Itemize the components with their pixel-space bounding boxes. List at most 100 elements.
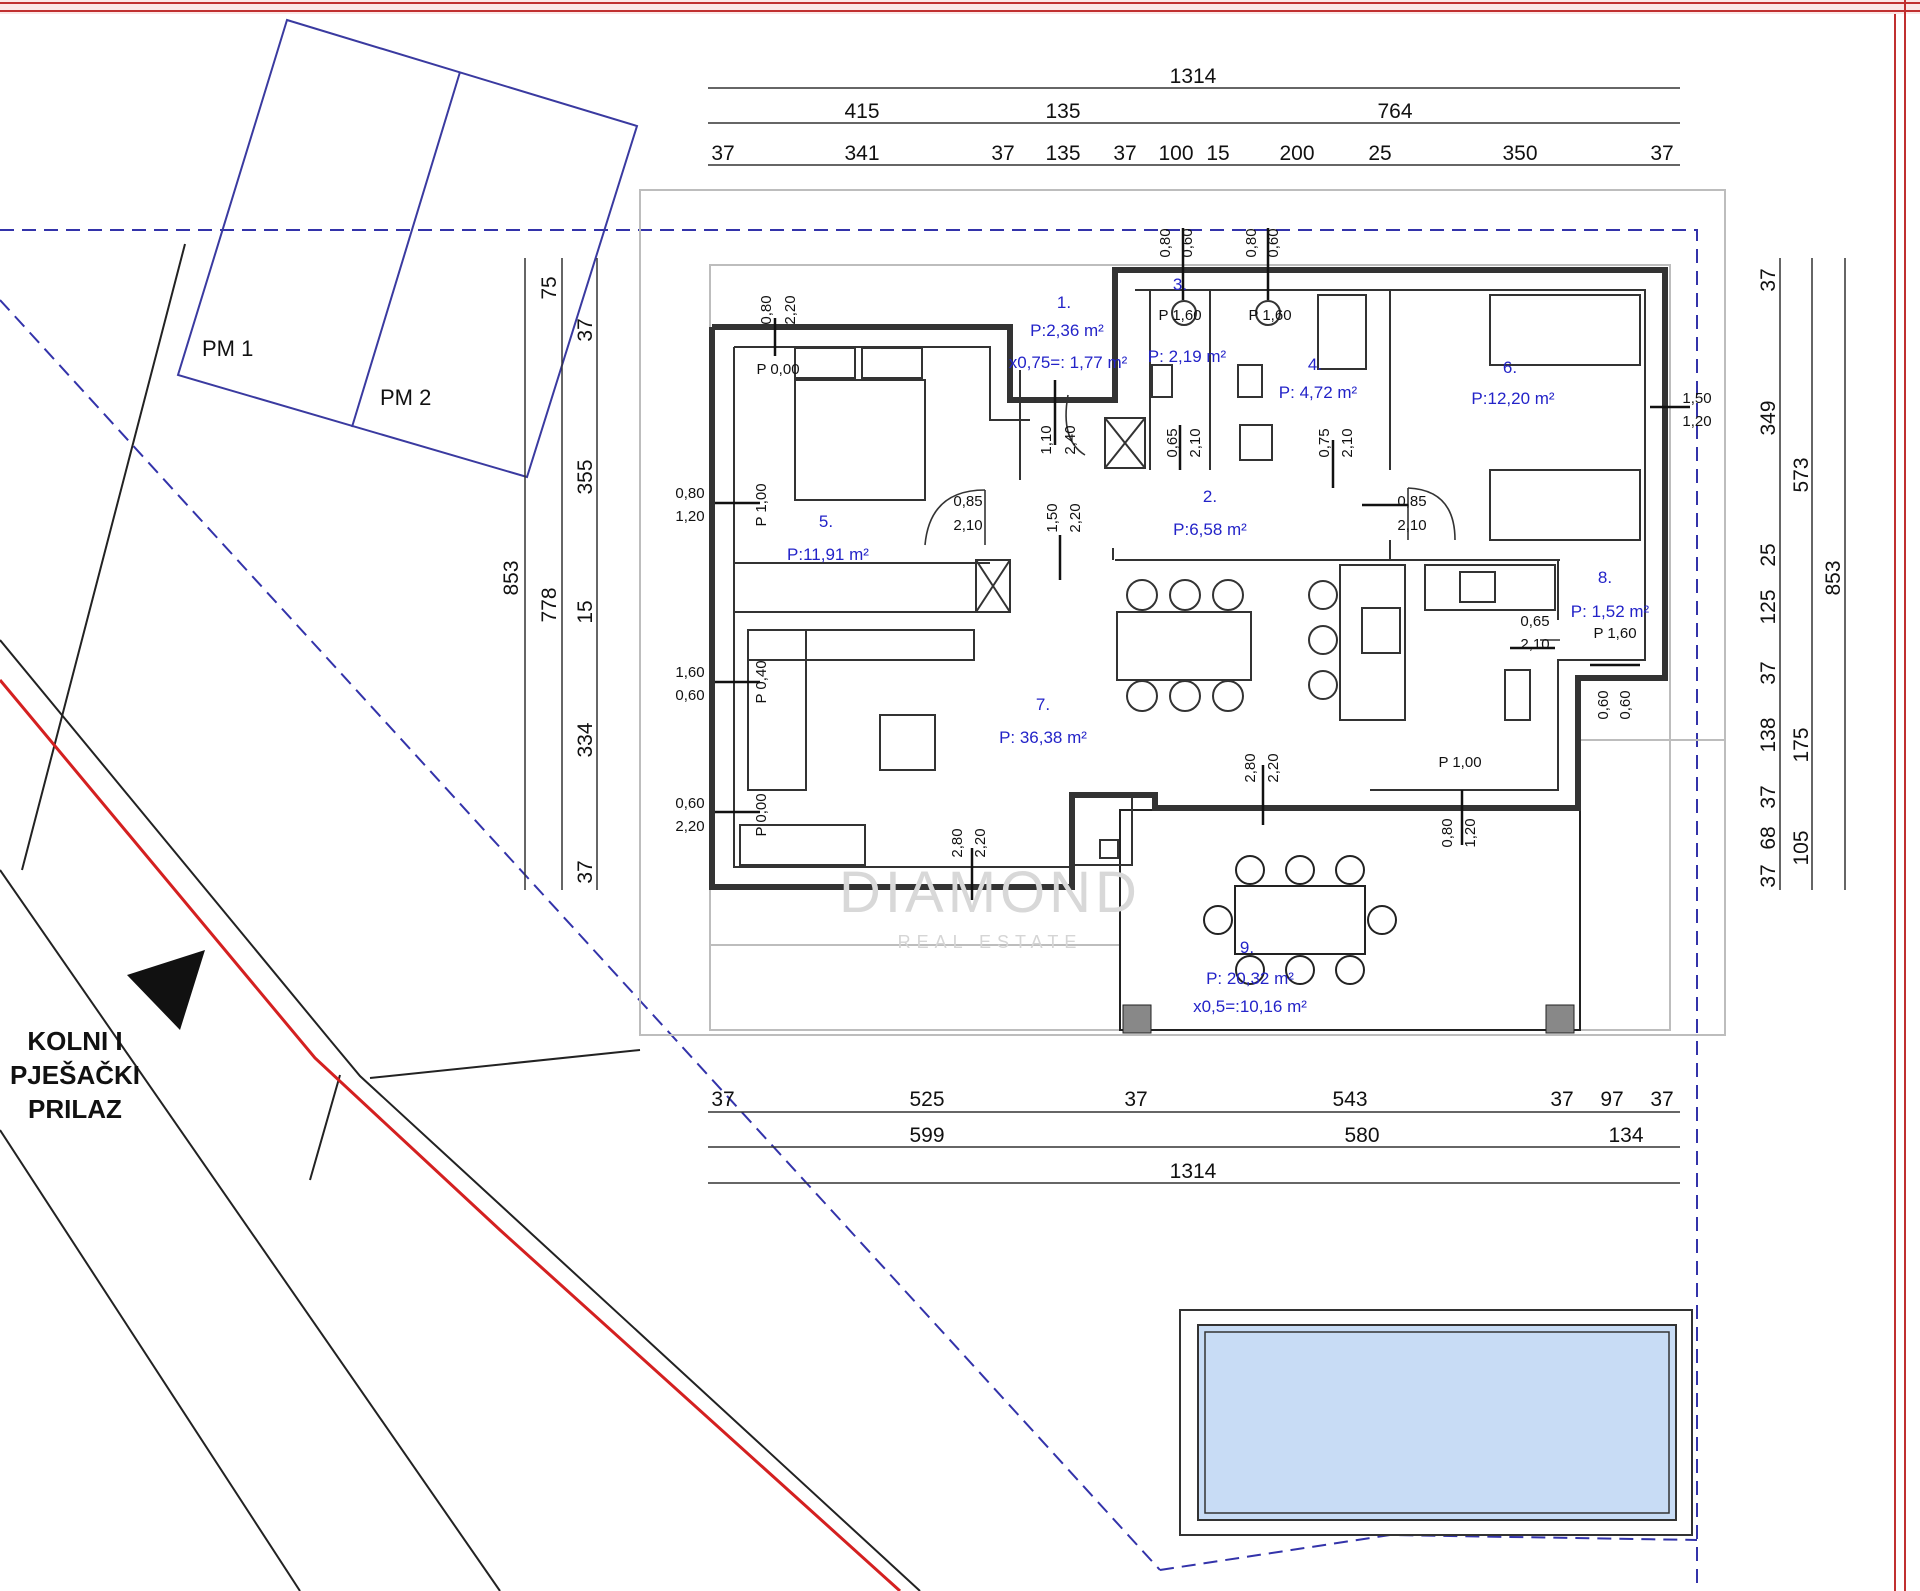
svg-text:175: 175 xyxy=(1790,727,1813,762)
svg-text:25: 25 xyxy=(1368,142,1391,165)
svg-text:778: 778 xyxy=(538,587,561,622)
svg-text:37: 37 xyxy=(991,142,1014,165)
svg-text:P 1,60: P 1,60 xyxy=(1593,625,1636,642)
svg-text:2,40: 2,40 xyxy=(1062,425,1079,454)
watermark: DIAMOND REAL ESTATE xyxy=(839,860,1141,952)
svg-text:15: 15 xyxy=(1206,142,1229,165)
svg-text:37: 37 xyxy=(711,142,734,165)
svg-text:37: 37 xyxy=(1757,785,1780,808)
svg-text:0,80: 0,80 xyxy=(1439,818,1456,847)
pool xyxy=(1179,1309,1693,1536)
svg-text:2,10: 2,10 xyxy=(1187,428,1204,457)
room-9-area: P: 20,32 m² xyxy=(1206,969,1294,988)
bottom-dimensions: 37 525 37 543 37 97 37 599 580 134 1314 xyxy=(711,1088,1673,1183)
svg-text:200: 200 xyxy=(1279,142,1314,165)
room-8-number: 8. xyxy=(1598,568,1612,587)
svg-text:P 1,00: P 1,00 xyxy=(753,483,770,526)
room-1-reduced-area: x0,75=: 1,77 m² xyxy=(1009,353,1128,372)
svg-text:2,10: 2,10 xyxy=(1397,517,1426,534)
svg-text:0,85: 0,85 xyxy=(1397,493,1426,510)
svg-text:37: 37 xyxy=(1113,142,1136,165)
svg-text:350: 350 xyxy=(1502,142,1537,165)
svg-text:125: 125 xyxy=(1757,589,1780,624)
top-dimensions: 1314 415 135 764 37 341 37 135 37 100 15… xyxy=(711,65,1673,165)
right-dimensions: 37 349 25 125 37 138 37 68 37 573 175 10… xyxy=(1757,268,1845,887)
svg-text:0,60: 0,60 xyxy=(1179,228,1196,257)
svg-text:37: 37 xyxy=(574,860,597,883)
svg-text:1314: 1314 xyxy=(1170,65,1217,88)
svg-text:75: 75 xyxy=(538,276,561,299)
svg-text:0,80: 0,80 xyxy=(1157,228,1174,257)
room-1-number: 1. xyxy=(1057,293,1071,312)
svg-text:853: 853 xyxy=(1822,560,1845,595)
svg-text:P 0,40: P 0,40 xyxy=(753,660,770,703)
svg-text:DIAMOND: DIAMOND xyxy=(839,860,1141,925)
svg-text:68: 68 xyxy=(1757,826,1780,849)
svg-text:2,80: 2,80 xyxy=(949,828,966,857)
svg-text:P 1,60: P 1,60 xyxy=(1248,307,1291,324)
svg-text:334: 334 xyxy=(574,722,597,757)
svg-text:2,10: 2,10 xyxy=(953,517,982,534)
room-1-area: P:2,36 m² xyxy=(1030,321,1104,340)
room-8-area: P: 1,52 m² xyxy=(1571,602,1650,621)
parking-label-pm1: PM 1 xyxy=(202,336,253,361)
svg-text:P 1,60: P 1,60 xyxy=(1158,307,1201,324)
svg-text:1,20: 1,20 xyxy=(675,508,704,525)
access-arrow-icon xyxy=(127,950,205,1030)
svg-text:1,20: 1,20 xyxy=(1682,413,1711,430)
svg-text:37: 37 xyxy=(1757,268,1780,291)
svg-text:P 1,00: P 1,00 xyxy=(1438,754,1481,771)
svg-text:P 0,00: P 0,00 xyxy=(756,361,799,378)
room-3-number: 3. xyxy=(1173,275,1187,294)
svg-text:15: 15 xyxy=(574,600,597,623)
svg-text:1,50: 1,50 xyxy=(1682,390,1711,407)
svg-text:2,20: 2,20 xyxy=(1067,503,1084,532)
svg-text:37: 37 xyxy=(1757,661,1780,684)
room-6-area: P:12,20 m² xyxy=(1471,389,1554,408)
svg-text:135: 135 xyxy=(1045,142,1080,165)
svg-text:1,60: 1,60 xyxy=(675,664,704,681)
room-4-area: P: 4,72 m² xyxy=(1279,383,1358,402)
svg-text:1,50: 1,50 xyxy=(1044,503,1061,532)
svg-text:543: 543 xyxy=(1332,1088,1367,1111)
svg-text:2,20: 2,20 xyxy=(1265,753,1282,782)
svg-text:0,85: 0,85 xyxy=(953,493,982,510)
svg-text:0,60: 0,60 xyxy=(1617,690,1634,719)
svg-text:REAL ESTATE: REAL ESTATE xyxy=(898,932,1083,952)
parking-label-pm2: PM 2 xyxy=(380,385,431,410)
room-4-number: 4. xyxy=(1308,355,1322,374)
svg-text:PJEŠAČKI: PJEŠAČKI xyxy=(10,1060,140,1090)
svg-text:0,65: 0,65 xyxy=(1164,428,1181,457)
left-dimensions: 853 778 75 37 355 15 334 37 xyxy=(500,276,597,883)
svg-text:97: 97 xyxy=(1600,1088,1623,1111)
svg-text:415: 415 xyxy=(844,100,879,123)
svg-text:341: 341 xyxy=(844,142,879,165)
svg-text:580: 580 xyxy=(1344,1124,1379,1147)
svg-text:37: 37 xyxy=(1757,864,1780,887)
svg-text:37: 37 xyxy=(1650,1088,1673,1111)
svg-text:2,80: 2,80 xyxy=(1242,753,1259,782)
room-5-area: P:11,91 m² xyxy=(787,545,869,564)
opening-labels: 0,80 2,20 P 0,00 0,80 1,20 P 1,00 0,85 2… xyxy=(675,228,1711,857)
svg-text:134: 134 xyxy=(1608,1124,1643,1147)
svg-text:2,10: 2,10 xyxy=(1339,428,1356,457)
room-7-area: P: 36,38 m² xyxy=(999,728,1087,747)
svg-text:25: 25 xyxy=(1757,543,1780,566)
svg-text:135: 135 xyxy=(1045,100,1080,123)
svg-text:2,20: 2,20 xyxy=(675,818,704,835)
svg-text:0,60: 0,60 xyxy=(675,687,704,704)
room-9-reduced-area: x0,5=:10,16 m² xyxy=(1193,997,1307,1016)
svg-text:355: 355 xyxy=(574,459,597,494)
svg-text:2,20: 2,20 xyxy=(972,828,989,857)
svg-text:37: 37 xyxy=(711,1088,734,1111)
svg-text:0,65: 0,65 xyxy=(1520,613,1549,630)
svg-text:1,20: 1,20 xyxy=(1462,818,1479,847)
svg-text:105: 105 xyxy=(1790,830,1813,865)
svg-text:37: 37 xyxy=(1650,142,1673,165)
svg-text:0,80: 0,80 xyxy=(758,295,775,324)
svg-text:0,75: 0,75 xyxy=(1316,428,1333,457)
room-5-number: 5. xyxy=(819,512,833,531)
room-2-area: P:6,58 m² xyxy=(1173,520,1247,539)
svg-text:0,60: 0,60 xyxy=(1595,690,1612,719)
access-road xyxy=(0,243,921,1591)
